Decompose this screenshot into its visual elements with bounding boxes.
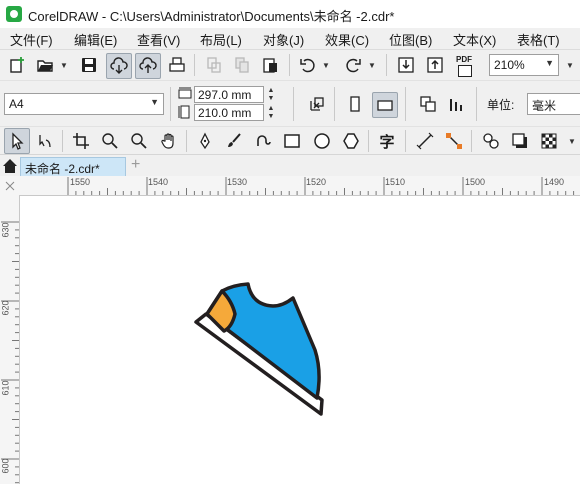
landscape-orientation-icon[interactable] xyxy=(372,92,398,118)
standard-toolbar: ▼ ▼ ▼ PDF 210% ▼ ▼ xyxy=(0,50,580,80)
menu-view[interactable]: 查看(V) xyxy=(137,30,180,49)
page-height-spinner[interactable]: ▲ ▼ xyxy=(265,104,277,121)
cloud-download-icon[interactable] xyxy=(106,53,132,79)
smart-drawing-tool-icon[interactable] xyxy=(252,130,274,152)
window-title: CorelDRAW - C:\Users\Administrator\Docum… xyxy=(28,9,395,24)
undo-icon[interactable] xyxy=(297,54,319,76)
drop-shadow-tool-icon[interactable] xyxy=(509,130,531,152)
ruler-label: 1490 xyxy=(544,177,565,187)
menu-edit[interactable]: 编辑(E) xyxy=(74,30,117,49)
page-settings-icon[interactable] xyxy=(306,93,328,115)
menu-bar: 文件(F) 编辑(E) 查看(V) 布局(L) 对象(J) 效果(C) 位图(B… xyxy=(0,28,580,50)
page-width-input[interactable]: 297.0 mm xyxy=(194,86,264,103)
toolbox-overflow-icon[interactable]: ▼ xyxy=(568,130,576,152)
ruler-label: 1520 xyxy=(306,177,327,187)
sneaker-illustration[interactable] xyxy=(20,196,580,484)
all-pages-icon[interactable] xyxy=(417,93,439,115)
page-width-icon xyxy=(178,87,192,101)
ruler-corner[interactable] xyxy=(0,176,21,196)
open-dropdown-icon[interactable]: ▼ xyxy=(60,54,68,76)
save-icon[interactable] xyxy=(78,54,100,76)
current-page-icon[interactable] xyxy=(446,93,468,115)
drawing-canvas[interactable] xyxy=(20,196,580,484)
crop-tool-icon[interactable] xyxy=(70,130,92,152)
document-tab-strip: 未命名 -2.cdr* + xyxy=(0,154,580,177)
ruler-label: 1540 xyxy=(148,177,169,187)
ruler-label: 630 xyxy=(0,222,11,238)
zoom-dropdown-icon[interactable]: ▼ xyxy=(545,58,554,68)
shape-tool-icon[interactable] xyxy=(34,130,56,152)
ruler-label: 1510 xyxy=(385,177,406,187)
page-size-dropdown-icon[interactable]: ▼ xyxy=(150,97,159,107)
menu-effects[interactable]: 效果(C) xyxy=(325,30,369,49)
toolbox: 字 ▼ xyxy=(0,126,580,155)
pick-tool-icon[interactable] xyxy=(4,128,30,154)
undo-dropdown-icon[interactable]: ▼ xyxy=(322,54,330,76)
cut-icon[interactable] xyxy=(203,54,225,76)
new-document-icon[interactable] xyxy=(6,54,28,76)
rectangle-tool-icon[interactable] xyxy=(281,130,303,152)
horizontal-ruler-ticks xyxy=(67,177,575,195)
zoom-tool-icon[interactable] xyxy=(99,130,121,152)
toolbar-overflow-icon[interactable]: ▼ xyxy=(566,54,574,76)
menu-table[interactable]: 表格(T) xyxy=(517,30,560,49)
zoom-out-tool-icon[interactable] xyxy=(128,130,150,152)
units-label: 单位: xyxy=(487,98,515,112)
page-size-value: A4 xyxy=(9,97,24,111)
pdf-label: PDF xyxy=(456,55,472,64)
pen-tool-icon[interactable] xyxy=(194,130,216,152)
property-bar: A4 ▼ 297.0 mm ▲ ▼ 210.0 mm ▲ ▼ 单位: 毫米 xyxy=(0,80,580,127)
redo-icon[interactable] xyxy=(342,54,364,76)
menu-bitmap[interactable]: 位图(B) xyxy=(389,30,432,49)
ellipse-tool-icon[interactable] xyxy=(311,130,333,152)
open-folder-icon[interactable] xyxy=(34,54,56,76)
copy-icon[interactable] xyxy=(231,54,253,76)
units-combo[interactable]: 毫米 xyxy=(527,93,580,115)
title-bar: CorelDRAW - C:\Users\Administrator\Docum… xyxy=(0,0,580,28)
portrait-orientation-icon[interactable] xyxy=(344,93,366,115)
new-tab-plus-icon[interactable]: + xyxy=(131,156,140,174)
export-icon[interactable] xyxy=(424,54,446,76)
zoom-level-value: 210% xyxy=(494,58,525,72)
parallel-dimension-tool-icon[interactable] xyxy=(414,130,436,152)
page-height-input[interactable]: 210.0 mm xyxy=(194,104,264,121)
publish-pdf-icon[interactable]: PDF xyxy=(454,55,478,77)
page-width-spinner[interactable]: ▲ ▼ xyxy=(265,86,277,103)
import-icon[interactable] xyxy=(395,54,417,76)
blend-tool-icon[interactable] xyxy=(480,130,502,152)
print-icon[interactable] xyxy=(166,54,188,76)
pan-tool-icon[interactable] xyxy=(158,130,180,152)
units-value: 毫米 xyxy=(532,99,557,113)
transparency-tool-icon[interactable] xyxy=(538,130,560,152)
document-tab-label: 未命名 -2.cdr* xyxy=(25,162,100,176)
menu-file[interactable]: 文件(F) xyxy=(10,30,53,49)
ruler-label: 1530 xyxy=(227,177,248,187)
document-tab[interactable]: 未命名 -2.cdr* xyxy=(20,157,126,177)
text-tool-icon[interactable]: 字 xyxy=(376,130,398,152)
vertical-ruler[interactable]: 630 620 610 600 xyxy=(0,195,20,484)
coreldraw-logo-icon xyxy=(6,6,22,22)
ruler-label: 600 xyxy=(0,458,11,474)
redo-dropdown-icon[interactable]: ▼ xyxy=(368,54,376,76)
paste-icon[interactable] xyxy=(259,54,281,76)
connector-tool-icon[interactable] xyxy=(443,130,465,152)
page-size-combo[interactable]: A4 ▼ xyxy=(4,93,164,115)
zoom-level-combo[interactable]: 210% ▼ xyxy=(489,54,559,76)
home-icon[interactable] xyxy=(2,158,18,174)
ruler-label: 1500 xyxy=(465,177,486,187)
menu-object[interactable]: 对象(J) xyxy=(263,30,304,49)
menu-layout[interactable]: 布局(L) xyxy=(200,30,242,49)
ruler-label: 1550 xyxy=(70,177,91,187)
vertical-ruler-ticks xyxy=(1,221,19,484)
ruler-label: 610 xyxy=(0,380,11,396)
ruler-label: 620 xyxy=(0,300,11,316)
menu-text[interactable]: 文本(X) xyxy=(453,30,496,49)
brush-tool-icon[interactable] xyxy=(223,130,245,152)
cloud-upload-icon[interactable] xyxy=(135,53,161,79)
page-height-icon xyxy=(178,105,192,119)
horizontal-ruler[interactable]: 1550 1540 1530 1520 1510 1500 1490 xyxy=(20,176,580,196)
polygon-tool-icon[interactable] xyxy=(340,130,362,152)
